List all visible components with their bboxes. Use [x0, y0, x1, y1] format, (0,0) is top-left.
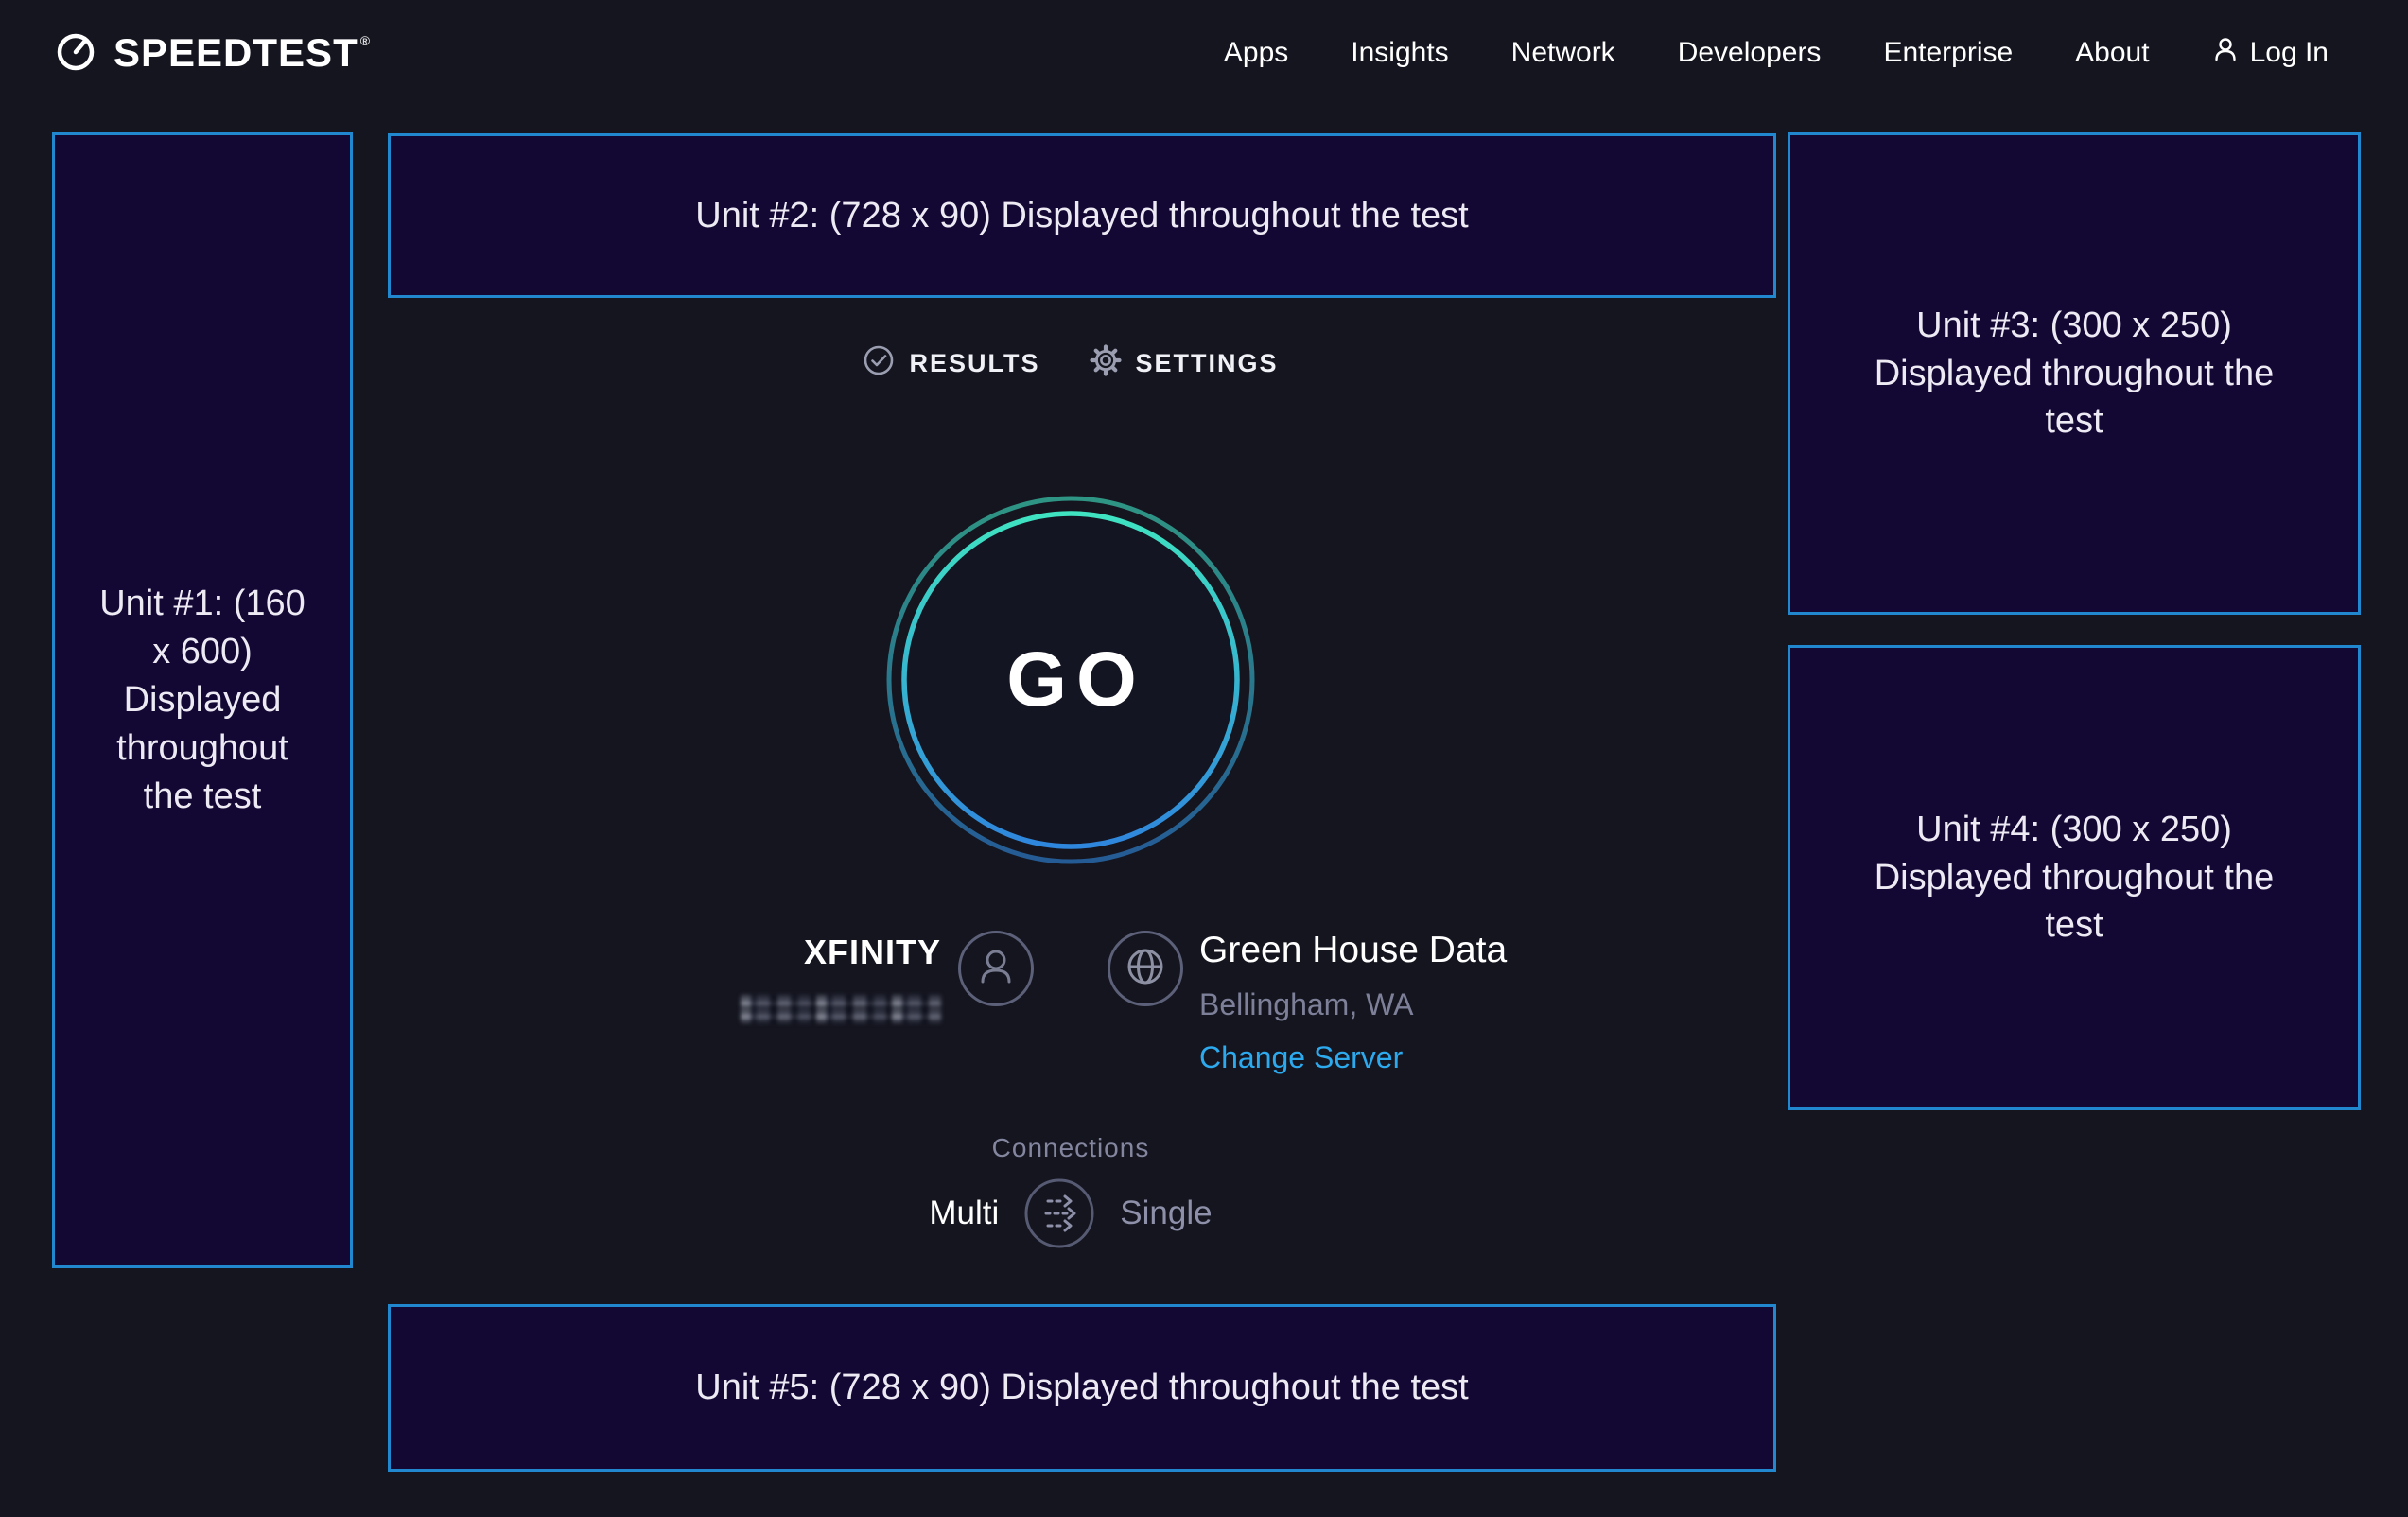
ad-unit-3-label: Unit #3: (300 x 250) Displayed throughou… [1863, 302, 2285, 446]
login-label: Log In [2250, 37, 2329, 69]
tab-results-label: RESULTS [909, 349, 1039, 378]
change-server-link[interactable]: Change Server [1199, 1040, 1507, 1075]
ad-unit-2-leaderboard-top: Unit #2: (728 x 90) Displayed throughout… [388, 133, 1776, 298]
speedtest-logo[interactable]: SPEEDTEST® [53, 28, 371, 78]
tab-settings-label: SETTINGS [1136, 349, 1279, 378]
isp-name: XFINITY [804, 933, 941, 972]
isp-person-badge [958, 931, 1034, 1006]
tab-settings[interactable]: SETTINGS [1090, 344, 1279, 383]
person-icon [974, 945, 1018, 993]
connections-mode-multi[interactable]: Multi [929, 1194, 999, 1232]
nav-item-about[interactable]: About [2075, 37, 2149, 69]
server-globe-badge [1108, 931, 1183, 1006]
brand-name: SPEEDTEST® [113, 30, 371, 76]
person-icon [2212, 36, 2239, 70]
login-button[interactable]: Log In [2212, 36, 2329, 70]
go-button-label: GO [886, 496, 1255, 864]
ad-unit-5-label: Unit #5: (728 x 90) Displayed throughout… [695, 1364, 1468, 1412]
check-circle-icon [863, 344, 895, 383]
gear-icon [1090, 344, 1122, 383]
speedometer-gauge-icon [53, 28, 98, 78]
ad-unit-4-label: Unit #4: (300 x 250) Displayed throughou… [1863, 806, 2285, 950]
server-location: Bellingham, WA [1199, 987, 1507, 1022]
connections-mode-single[interactable]: Single [1120, 1194, 1212, 1232]
main-nav: Apps Insights Network Developers Enterpr… [1224, 36, 2329, 70]
ad-unit-1-skyscraper: Unit #1: (160 x 600) Displayed throughou… [52, 132, 353, 1268]
tab-results[interactable]: RESULTS [863, 344, 1039, 383]
nav-item-insights[interactable]: Insights [1351, 37, 1448, 69]
nav-item-network[interactable]: Network [1511, 37, 1615, 69]
speedtest-page: SPEEDTEST® Apps Insights Network Develop… [0, 0, 2408, 1517]
server-info: Green House Data Bellingham, WA Change S… [1199, 930, 1507, 1075]
go-button[interactable]: GO [886, 496, 1255, 864]
ad-unit-5-leaderboard-bottom: Unit #5: (728 x 90) Displayed throughout… [388, 1304, 1776, 1472]
top-nav-bar: SPEEDTEST® Apps Insights Network Develop… [0, 0, 2408, 106]
isp-detail-redacted [741, 995, 941, 1023]
multi-connection-arrows-icon[interactable] [1023, 1177, 1095, 1249]
globe-icon [1123, 944, 1168, 994]
trademark-mark: ® [360, 34, 371, 47]
server-name: Green House Data [1199, 930, 1507, 971]
connections-title: Connections [886, 1133, 1255, 1163]
ad-unit-3-rectangle-top: Unit #3: (300 x 250) Displayed throughou… [1788, 132, 2361, 615]
ad-unit-1-label: Unit #1: (160 x 600) Displayed throughou… [97, 580, 307, 821]
nav-item-enterprise[interactable]: Enterprise [1883, 37, 2013, 69]
connections-toggle: Multi Single [858, 1177, 1283, 1249]
nav-item-apps[interactable]: Apps [1224, 37, 1288, 69]
ad-unit-2-label: Unit #2: (728 x 90) Displayed throughout… [695, 192, 1468, 240]
nav-item-developers[interactable]: Developers [1678, 37, 1822, 69]
results-settings-tabs: RESULTS [886, 344, 1255, 383]
ad-unit-4-rectangle-bottom: Unit #4: (300 x 250) Displayed throughou… [1788, 645, 2361, 1110]
